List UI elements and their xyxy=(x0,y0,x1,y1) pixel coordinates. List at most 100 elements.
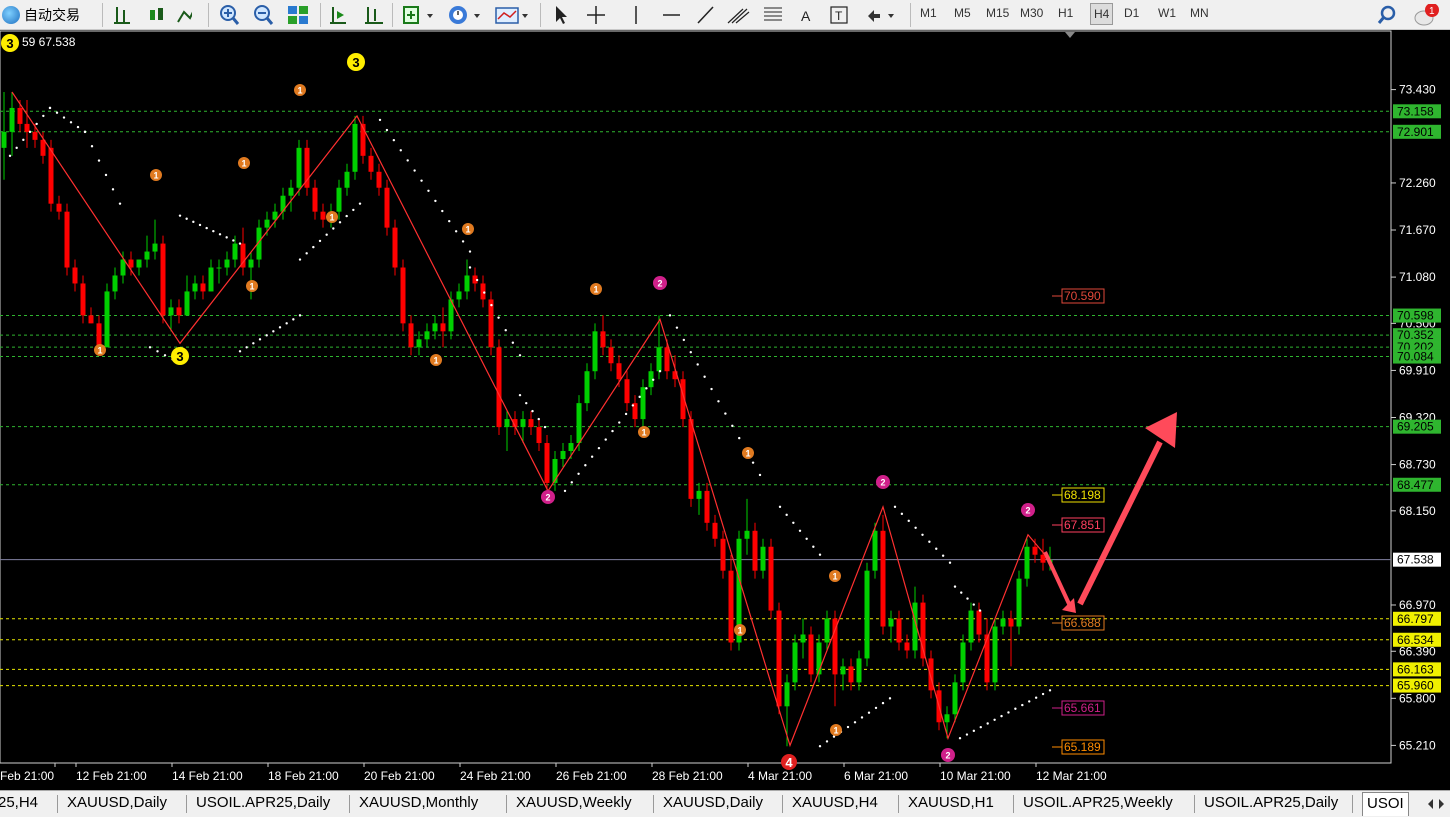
chart-tab[interactable]: USOIL.APR25,Weekly xyxy=(1023,794,1173,811)
psar-dot xyxy=(192,220,195,224)
chart-tab[interactable]: USOI xyxy=(1362,792,1409,816)
tile-windows-icon[interactable] xyxy=(288,6,308,24)
tab-scroll-right-icon[interactable] xyxy=(1439,799,1444,809)
right-icons[interactable]: 1 xyxy=(1376,4,1446,26)
autotrade-icon xyxy=(2,6,20,24)
timeframe-w1[interactable]: W1 xyxy=(1158,6,1176,20)
auto-scroll-icon[interactable] xyxy=(330,7,346,24)
cursor-icon[interactable] xyxy=(556,6,567,24)
time-tick-label: 14 Feb 21:00 xyxy=(172,769,243,783)
toolbar-separator xyxy=(320,3,321,27)
psar-dot xyxy=(378,118,382,122)
psar-dot xyxy=(76,125,80,129)
zoom-icons[interactable] xyxy=(218,4,313,26)
chart-tab[interactable]: XAUUSD,H4 xyxy=(792,794,878,811)
chart-info: 59 67.538 xyxy=(22,35,76,49)
chart-tab[interactable]: XAUUSD,Daily xyxy=(663,794,763,811)
psar-dot xyxy=(689,351,692,354)
psar-dot xyxy=(758,473,762,477)
chart-shift-icon[interactable] xyxy=(365,7,383,24)
timeframe-h1[interactable]: H1 xyxy=(1058,6,1073,20)
zoom-out-icon[interactable] xyxy=(254,5,274,25)
toolbar: 自动交易 A T M1 M5 M15 M30 H1 H4 D1 W1 MN 1 xyxy=(0,0,1450,30)
psar-dot xyxy=(118,202,122,205)
line-chart-icon[interactable] xyxy=(177,10,192,23)
fibonacci-icon[interactable] xyxy=(764,7,782,21)
psar-dot xyxy=(1021,703,1024,707)
psar-dot xyxy=(298,314,302,317)
timeframe-mn[interactable]: MN xyxy=(1190,6,1209,20)
text-label-icon[interactable]: T xyxy=(830,6,848,24)
chart-tab[interactable]: XAUUSD,Monthly xyxy=(359,794,478,811)
drawing-tools[interactable]: A T xyxy=(548,4,903,26)
arrows-icon[interactable] xyxy=(868,10,880,22)
svg-text:4: 4 xyxy=(785,755,793,770)
psar-dot xyxy=(15,146,18,150)
psar-dot xyxy=(185,217,188,220)
timeframe-m5[interactable]: M5 xyxy=(954,6,971,20)
psar-dot xyxy=(785,513,788,517)
psar-dot xyxy=(338,221,342,224)
psar-dot xyxy=(352,208,355,212)
timeframe-m15[interactable]: M15 xyxy=(986,6,1009,20)
zoom-in-icon[interactable] xyxy=(220,5,240,25)
bar-chart-icon[interactable] xyxy=(114,7,130,24)
svg-text:70.084: 70.084 xyxy=(1397,350,1434,364)
psar-dot xyxy=(966,597,969,600)
text-tool-icon[interactable]: A xyxy=(801,8,811,24)
chart-tabs: 25,H4 XAUUSD,Daily USOIL.APR25,Daily XAUUSD… xyxy=(0,790,1450,817)
timeframe-m30[interactable]: M30 xyxy=(1020,6,1043,20)
tab-scroll-arrows[interactable] xyxy=(1425,794,1450,814)
wave-marker: 1 xyxy=(590,283,602,295)
trendline-icon[interactable] xyxy=(697,6,714,24)
psar-dot xyxy=(860,716,864,719)
search-icon[interactable] xyxy=(1377,5,1396,24)
indicators-icon[interactable] xyxy=(403,6,419,24)
scroll-icons[interactable] xyxy=(328,4,388,26)
chart-tab[interactable]: XAUUSD,Daily xyxy=(67,794,167,811)
chevron-down-icon[interactable] xyxy=(888,14,894,18)
chevron-down-icon[interactable] xyxy=(522,14,528,18)
svg-text:66.534: 66.534 xyxy=(1397,633,1434,647)
timeframe-d1[interactable]: D1 xyxy=(1124,6,1139,20)
svg-text:1: 1 xyxy=(832,572,837,582)
price-chart[interactable]: 3 3 3 1 1 1 1 1 1 1 1 1 1 1 1 1 1 2 2 2 2 2 4 70.590 68.198 67.8… xyxy=(0,30,1450,790)
psar-dot xyxy=(584,464,587,467)
candle xyxy=(592,323,598,380)
autotrade-button[interactable]: 自动交易 xyxy=(2,4,96,26)
psar-dot xyxy=(675,326,679,329)
chevron-down-icon[interactable] xyxy=(427,14,433,18)
price-tag: 73.158 xyxy=(1393,104,1441,119)
chart-tab[interactable]: USOIL.APR25,Daily xyxy=(1204,794,1338,811)
time-tick-label: 28 Feb 21:00 xyxy=(652,769,723,783)
chart-tab[interactable]: XAUUSD,Weekly xyxy=(516,794,632,811)
svg-text:1: 1 xyxy=(433,356,438,366)
svg-text:65.189: 65.189 xyxy=(1064,740,1101,754)
psar-dot xyxy=(846,725,850,729)
psar-dot xyxy=(504,328,507,332)
chart-type-icons[interactable] xyxy=(112,4,192,26)
equidistant-channel-icon[interactable] xyxy=(727,8,750,24)
candle xyxy=(776,602,782,715)
price-tick-label: 65.210 xyxy=(1399,738,1436,752)
psar-dot xyxy=(83,130,87,134)
psar-dot xyxy=(703,375,706,378)
psar-dot xyxy=(645,387,648,390)
psar-dot xyxy=(611,429,614,433)
crosshair-icon[interactable] xyxy=(587,6,605,24)
psar-dot xyxy=(577,472,580,476)
chevron-down-icon[interactable] xyxy=(474,14,480,18)
time-tick-label: 4 Mar 21:00 xyxy=(748,769,812,783)
insert-icons[interactable] xyxy=(400,4,535,26)
chart-tab[interactable]: 25,H4 xyxy=(0,794,38,811)
templates-icon[interactable] xyxy=(495,7,519,24)
periods-icon[interactable] xyxy=(449,6,467,24)
timeframe-h4[interactable]: H4 xyxy=(1090,3,1114,25)
timeframe-m1[interactable]: M1 xyxy=(920,6,937,20)
psar-dot xyxy=(965,733,969,736)
tab-scroll-left-icon[interactable] xyxy=(1428,799,1433,809)
chart-tab[interactable]: USOIL.APR25,Daily xyxy=(196,794,330,811)
chart-tab[interactable]: XAUUSD,H1 xyxy=(908,794,994,811)
candlestick-icon[interactable] xyxy=(150,8,163,20)
notifications-icon[interactable] xyxy=(1414,4,1439,26)
